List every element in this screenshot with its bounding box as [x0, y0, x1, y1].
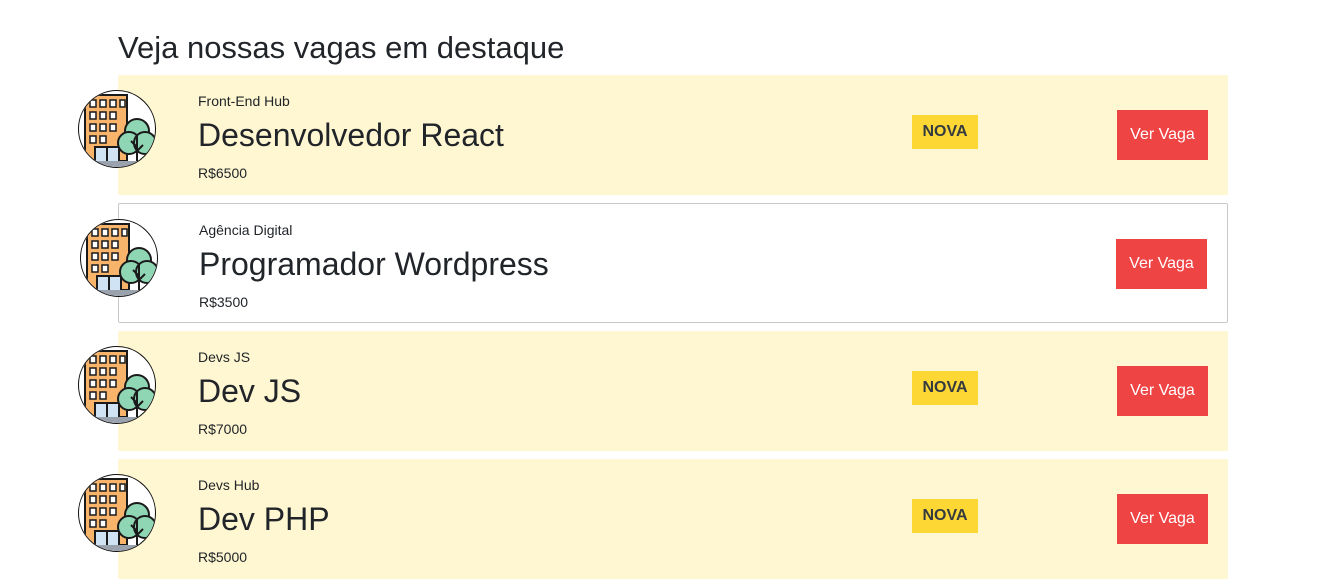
view-job-button[interactable]: Ver Vaga [1117, 494, 1208, 544]
job-salary: R$6500 [198, 165, 248, 181]
company-name: Front-End Hub [198, 93, 290, 109]
job-title: Dev PHP [198, 501, 330, 537]
company-name: Devs JS [198, 349, 251, 365]
view-job-button[interactable]: Ver Vaga [1117, 110, 1208, 160]
office-building-icon [78, 346, 156, 424]
office-building-icon [78, 90, 156, 168]
job-card: Front-End Hub Desenvolvedor React R$6500… [78, 75, 1228, 195]
company-name: Agência Digital [199, 222, 293, 238]
view-job-button[interactable]: Ver Vaga [1117, 366, 1208, 416]
job-card: Devs JS Dev JS R$7000 NOVA Ver Vaga [78, 331, 1228, 451]
job-title: Desenvolvedor React [198, 117, 504, 153]
job-salary: R$3500 [199, 294, 249, 310]
page-title: Veja nossas vagas em destaque [118, 30, 565, 65]
job-salary: R$5000 [198, 549, 248, 565]
new-badge: NOVA [912, 499, 978, 533]
new-badge: NOVA [912, 371, 978, 405]
office-building-icon [80, 219, 158, 297]
office-building-icon [78, 474, 156, 552]
job-title: Dev JS [198, 373, 302, 409]
job-title: Programador Wordpress [199, 246, 549, 282]
job-card: Agência Digital Programador Wordpress R$… [80, 203, 1228, 323]
new-badge: NOVA [912, 115, 978, 149]
job-card: Devs Hub Dev PHP R$5000 NOVA Ver Vaga [78, 459, 1228, 579]
view-job-button[interactable]: Ver Vaga [1116, 239, 1207, 289]
company-name: Devs Hub [198, 477, 260, 493]
job-salary: R$7000 [198, 421, 248, 437]
